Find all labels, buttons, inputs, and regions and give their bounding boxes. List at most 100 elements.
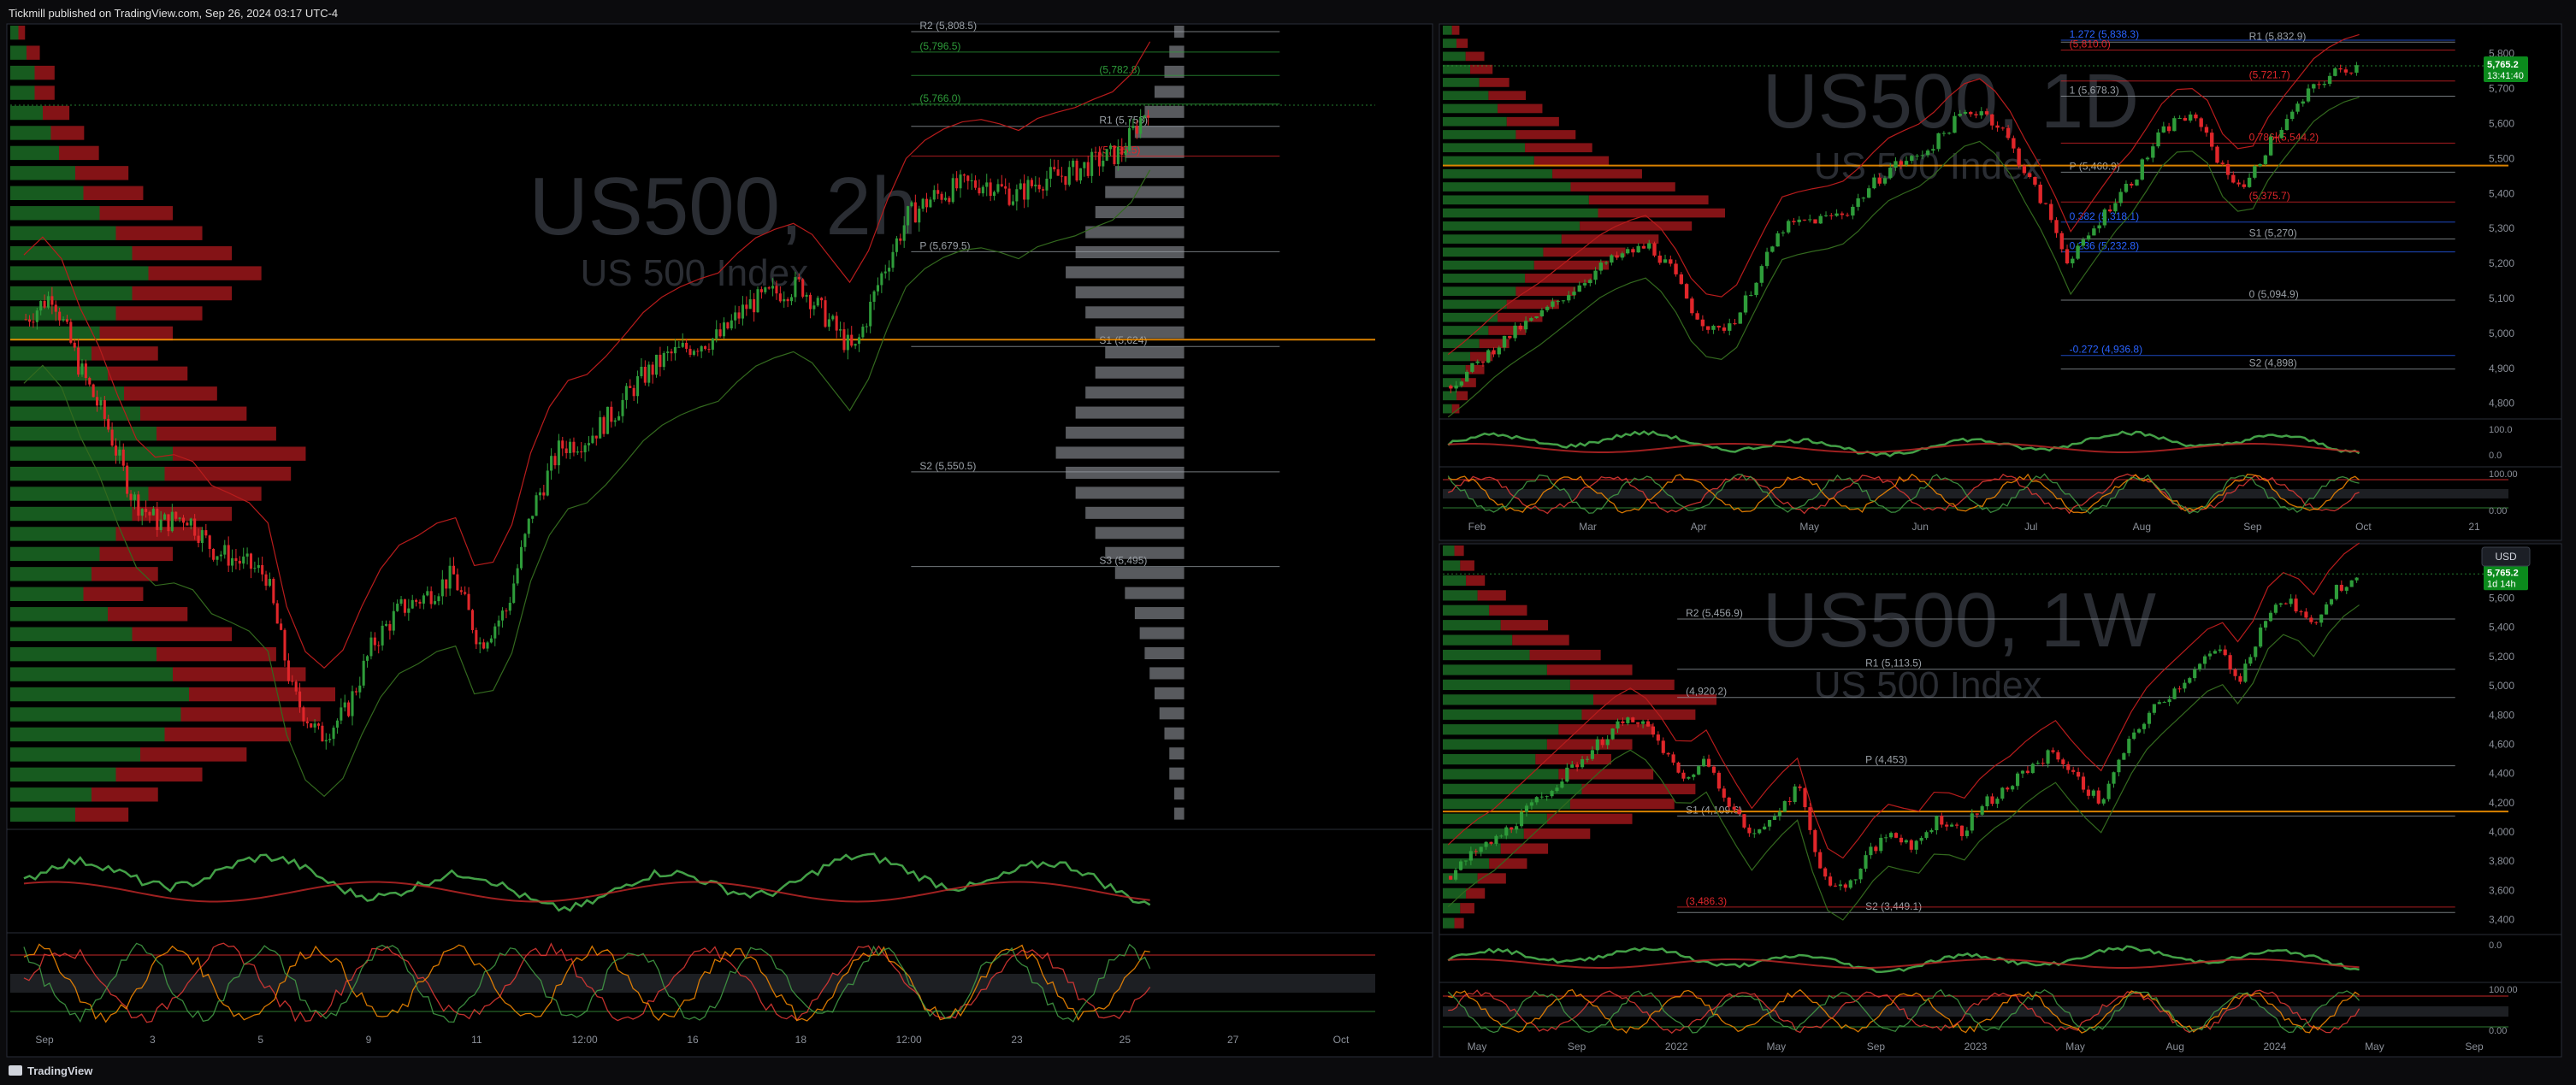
candle-body <box>1879 837 1883 852</box>
volume-profile-bar <box>10 366 108 381</box>
volume-profile-bar <box>1443 694 1593 705</box>
candle-body <box>1877 177 1882 184</box>
candle-body <box>2118 192 2123 203</box>
candle-body <box>643 366 647 383</box>
candle-body <box>1588 280 1592 284</box>
candle-body <box>2317 84 2321 86</box>
candle-body <box>1539 796 1544 798</box>
candle-body <box>411 599 414 609</box>
candle-body <box>1113 145 1116 164</box>
candle-body <box>1529 317 1533 321</box>
volume-profile-bar <box>1460 903 1474 914</box>
candle-body <box>2295 103 2300 112</box>
volume-profile-bar <box>1500 843 1549 854</box>
candle-body <box>2193 669 2197 679</box>
candle-body <box>1561 300 1566 302</box>
candle-body <box>434 601 437 604</box>
volume-profile-bar <box>1443 917 1455 929</box>
candle-body <box>1823 215 1829 216</box>
candle-body <box>726 322 730 329</box>
volume-profile-bar <box>1525 143 1592 153</box>
price-tick-label: 3,800 <box>2489 855 2514 867</box>
candle-body <box>1940 816 1944 825</box>
candle-body <box>2059 233 2064 250</box>
candle-body <box>955 178 959 189</box>
candle-body <box>1786 221 1791 233</box>
candle-body <box>835 315 838 331</box>
candle-body <box>546 470 549 496</box>
candle-body <box>1813 219 1817 224</box>
candle-body <box>2177 688 2182 690</box>
volume-profile-bar <box>1164 65 1185 78</box>
volume-profile-bar <box>1139 627 1185 640</box>
candle-body <box>992 192 996 197</box>
time-axis-label: Oct <box>1333 1034 1350 1046</box>
price-tick-label: 5,300 <box>2489 222 2514 234</box>
candle-body <box>602 416 606 434</box>
candle-body <box>373 637 376 646</box>
candle-body <box>1904 161 1909 165</box>
volume-profile-bar <box>10 587 84 602</box>
time-axis-label: 2022 <box>1665 1041 1688 1053</box>
candle-body <box>1651 726 1656 735</box>
candle-body <box>564 448 568 453</box>
volume-profile-bar <box>1443 575 1467 587</box>
price-tick-label: 5,600 <box>2489 118 2514 130</box>
pivot-label: (3,486.3) <box>1686 895 1727 907</box>
candle-body <box>163 514 167 520</box>
volume-profile-bar <box>1095 527 1185 540</box>
candle-body <box>771 286 775 289</box>
candle-body <box>2253 166 2257 178</box>
volume-profile-bar <box>157 646 276 662</box>
price-tick-label: 5,600 <box>2489 593 2514 604</box>
candle-body <box>966 175 970 181</box>
candle-body <box>1146 115 1150 118</box>
volume-profile-bar <box>1105 186 1185 198</box>
candle-body <box>1075 160 1078 181</box>
volume-profile-bar <box>1443 339 1480 349</box>
candle-body <box>2086 235 2091 240</box>
candle-body <box>2349 580 2354 587</box>
tradingview-logo <box>9 1065 22 1076</box>
candle-body <box>647 364 651 383</box>
candle-body <box>1669 259 1673 264</box>
candle-body <box>264 574 268 587</box>
candle-body <box>1575 764 1580 768</box>
candle-body <box>1829 876 1833 886</box>
candle-body <box>2117 759 2121 773</box>
price-tick-label: 3,600 <box>2489 884 2514 896</box>
oscillator-tick-label: 0.0 <box>2489 451 2502 461</box>
candle-body <box>1990 114 1994 126</box>
candle-body <box>1049 167 1052 179</box>
candle-body <box>2071 258 2075 263</box>
volume-profile-bar <box>1443 545 1455 557</box>
candle-body <box>1042 189 1045 191</box>
candle-body <box>2076 245 2080 259</box>
watermark-description: US 500 Index <box>1814 664 2042 706</box>
candle-body <box>1974 114 1978 115</box>
candle-body <box>1550 791 1554 797</box>
volume-profile-bar <box>1552 168 1642 179</box>
candle-body <box>722 322 726 337</box>
candle-body <box>594 435 598 439</box>
volume-profile-bar <box>1443 634 1513 646</box>
candle-body <box>1929 829 1934 833</box>
volume-profile-bar <box>75 166 129 180</box>
candle-body <box>1970 813 1974 831</box>
volume-profile-bar <box>1465 51 1485 62</box>
candle-body <box>1131 126 1135 128</box>
candle-body <box>497 620 500 627</box>
candle-body <box>1656 734 1660 741</box>
pivot-label: 0 (5,094.9) <box>2249 288 2299 300</box>
volume-profile-bar <box>1443 813 1547 824</box>
volume-profile-bar <box>10 166 75 180</box>
volume-profile-bar <box>1451 26 1460 35</box>
candle-body <box>1470 363 1474 372</box>
candle-body <box>1869 846 1873 856</box>
candle-body <box>943 198 947 200</box>
candle-body <box>1086 162 1090 176</box>
candle-body <box>801 279 805 298</box>
candle-body <box>1127 127 1131 150</box>
volume-profile-bar <box>10 807 75 822</box>
candle-body <box>624 386 628 400</box>
